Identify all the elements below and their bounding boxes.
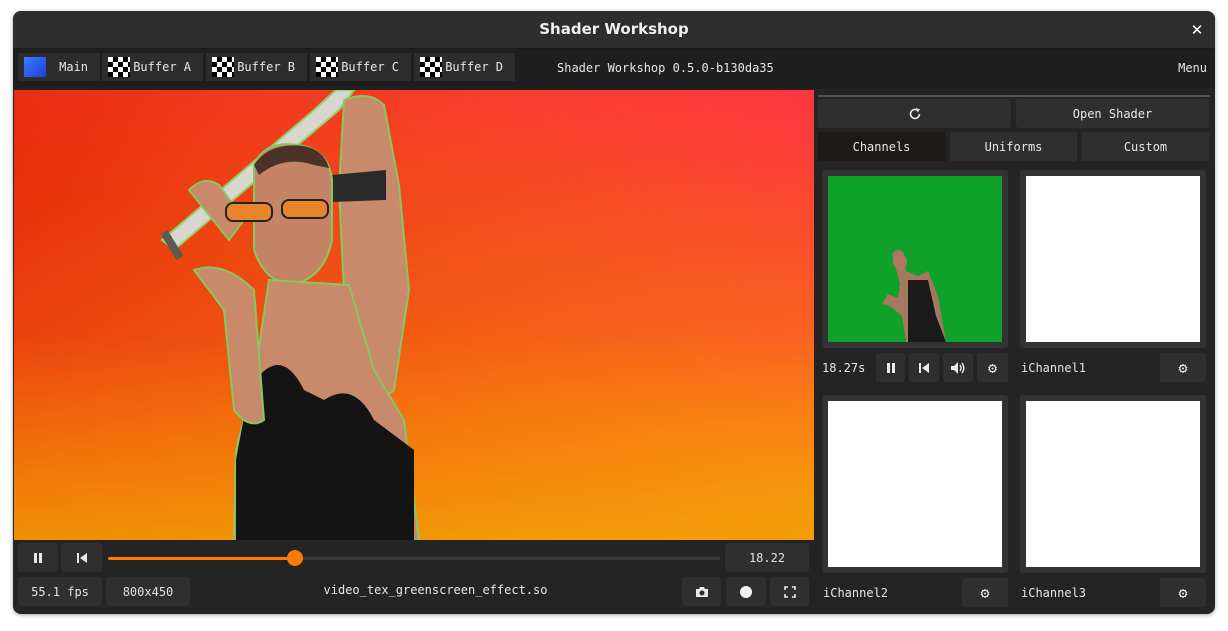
record-icon <box>740 585 752 598</box>
skip-back-icon <box>76 552 87 563</box>
channel-3-settings-button[interactable]: ⚙ <box>1160 578 1206 607</box>
gear-icon: ⚙ <box>1178 358 1188 377</box>
checker-icon <box>212 57 234 77</box>
tab-buffer-b-label: Buffer B <box>237 60 295 74</box>
channel-0-volume-button[interactable] <box>943 353 973 382</box>
window-title: Shader Workshop <box>539 20 689 38</box>
fullscreen-icon <box>783 585 796 598</box>
fullscreen-button[interactable] <box>770 577 809 606</box>
channel-0-time: 18.27s <box>822 361 866 375</box>
panel-divider <box>818 95 1210 97</box>
skip-back-icon <box>919 362 929 373</box>
seek-slider[interactable] <box>108 550 720 566</box>
app-window: Shader Workshop ✕ Main Buffer A Buffer B… <box>13 11 1215 614</box>
shader-viewport[interactable] <box>14 90 814 540</box>
checker-icon <box>316 57 338 77</box>
open-shader-button[interactable]: Open Shader <box>1016 99 1209 128</box>
channel-1-preview[interactable] <box>1020 170 1206 348</box>
channel-0-texture <box>828 176 1002 342</box>
version-text: Shader Workshop 0.5.0-b130da35 <box>557 61 774 75</box>
gear-icon: ⚙ <box>1178 583 1188 602</box>
channel-1-settings-button[interactable]: ⚙ <box>1160 353 1206 382</box>
seek-progress <box>108 557 295 560</box>
time-display[interactable]: 18.22 <box>725 543 809 572</box>
fps-display: 55.1 fps <box>18 577 102 606</box>
tab-buffer-d-label: Buffer D <box>445 60 503 74</box>
checker-icon <box>420 57 442 77</box>
tab-buffer-a[interactable]: Buffer A <box>102 53 203 81</box>
tab-main-label: Main <box>59 60 88 74</box>
greenscreen-thumbnail <box>882 250 946 342</box>
channel-1-label: iChannel1 <box>1021 361 1087 375</box>
channel-3-label: iChannel3 <box>1021 586 1087 600</box>
tab-channels[interactable]: Channels <box>818 132 945 161</box>
channel-0-restart-button[interactable] <box>909 353 939 382</box>
screenshot-button[interactable] <box>682 577 721 606</box>
tab-buffer-c-label: Buffer C <box>341 60 399 74</box>
channel-2-label: iChannel2 <box>823 586 889 600</box>
pause-icon <box>34 552 42 563</box>
channel-3-texture <box>1026 401 1200 567</box>
main-swatch-icon <box>24 57 46 77</box>
camera-icon <box>695 586 708 597</box>
channel-1-texture <box>1026 176 1200 342</box>
tab-uniforms[interactable]: Uniforms <box>950 132 1077 161</box>
tab-custom[interactable]: Custom <box>1082 132 1209 161</box>
checker-icon <box>108 57 130 77</box>
tab-main[interactable]: Main <box>18 53 100 81</box>
close-button[interactable]: ✕ <box>1187 20 1207 40</box>
pause-icon <box>886 362 895 373</box>
menu-button[interactable]: Menu <box>1178 61 1207 75</box>
channel-0-pause-button[interactable] <box>876 353 905 382</box>
refresh-icon <box>909 107 920 119</box>
volume-icon <box>951 361 965 374</box>
channel-3-preview[interactable] <box>1020 395 1206 573</box>
tab-buffer-d[interactable]: Buffer D <box>414 53 515 81</box>
pause-button[interactable] <box>18 543 58 572</box>
gear-icon: ⚙ <box>980 583 990 602</box>
resolution-display[interactable]: 800x450 <box>106 577 190 606</box>
buffer-tab-bar: Main Buffer A Buffer B Buffer C Buffer D… <box>13 49 1215 89</box>
channel-0-preview[interactable] <box>822 170 1008 348</box>
seek-handle[interactable] <box>286 550 303 566</box>
title-bar: Shader Workshop ✕ <box>13 11 1215 49</box>
reload-button[interactable] <box>818 99 1011 128</box>
gear-icon: ⚙ <box>987 358 998 377</box>
shader-filename: video_tex_greenscreen_effect.so <box>323 583 548 597</box>
tab-buffer-c[interactable]: Buffer C <box>310 53 411 81</box>
channel-2-texture <box>828 401 1002 567</box>
channel-2-preview[interactable] <box>822 395 1008 573</box>
tab-buffer-b[interactable]: Buffer B <box>206 53 307 81</box>
tab-buffer-a-label: Buffer A <box>133 60 191 74</box>
channel-2-settings-button[interactable]: ⚙ <box>962 578 1008 607</box>
channel-0-settings-button[interactable]: ⚙ <box>977 353 1008 382</box>
record-button[interactable] <box>726 577 766 606</box>
restart-button[interactable] <box>61 543 102 572</box>
